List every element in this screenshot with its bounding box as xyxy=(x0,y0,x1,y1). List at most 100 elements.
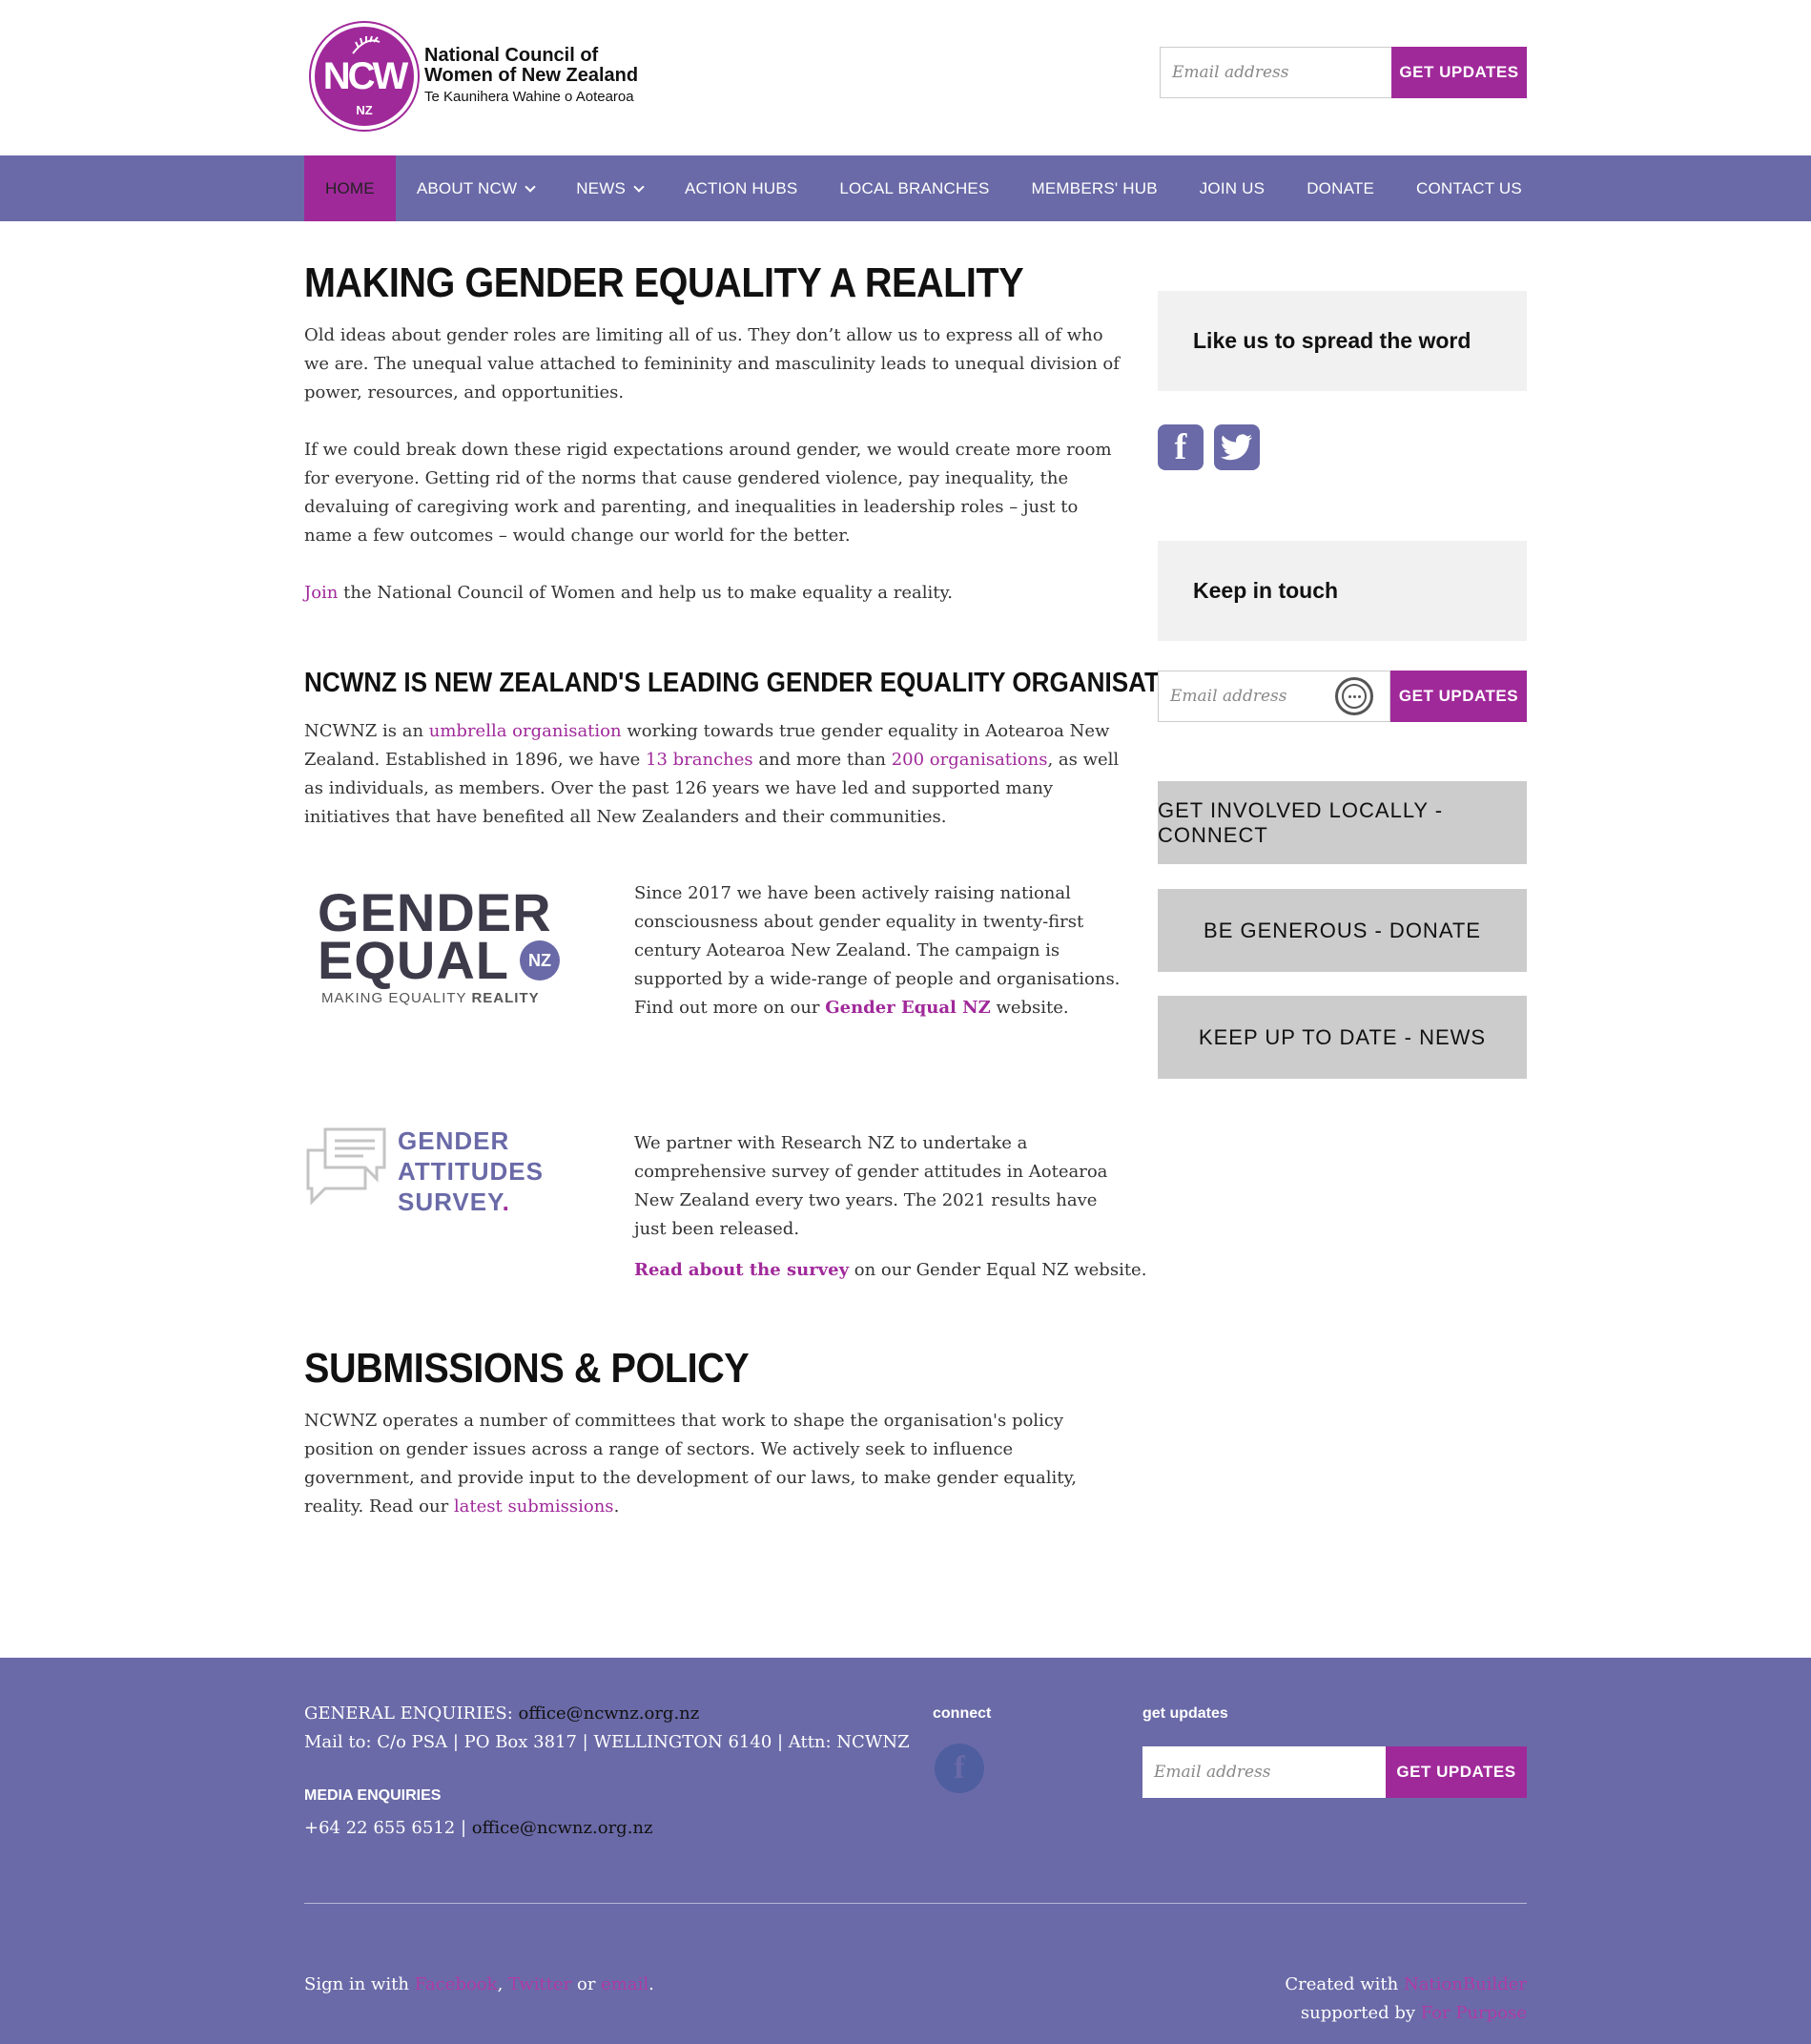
supported-by-text: supported by xyxy=(1300,2003,1421,2023)
nav-item-label: ABOUT NCW xyxy=(416,178,518,197)
chevron-down-icon xyxy=(633,180,645,193)
nav-item-local-branches[interactable]: LOCAL BRANCHES xyxy=(818,155,1010,221)
footer-email-input[interactable]: Email address xyxy=(1142,1746,1387,1798)
nav-item-donate[interactable]: DONATE xyxy=(1286,155,1395,221)
chevron-down-icon xyxy=(525,180,536,193)
main-nav: HOME ABOUT NCW NEWS ACTION HUBS LOCAL BRANCH… xyxy=(0,155,1811,221)
tagline-part-2: REALITY xyxy=(471,990,540,1006)
survey-paragraph: We partner with Research NZ to undertake… xyxy=(634,1133,1108,1239)
header-email-input[interactable]: Email address xyxy=(1160,47,1392,98)
sign-in-email-link[interactable]: email xyxy=(601,1974,648,1994)
speech-bubbles-icon xyxy=(306,1127,386,1206)
policy-title: SUBMISSIONS & POLICY xyxy=(304,1345,750,1392)
logo-nz: NZ xyxy=(356,103,373,117)
logo-line-3: Te Kaunihera Wahine o Aotearoa xyxy=(424,89,634,105)
ncwnz-logo[interactable]: NCW NZ National Council of Women of New … xyxy=(311,23,654,130)
general-enquiries-label: GENERAL ENQUIRIES: xyxy=(304,1703,519,1724)
branches-link[interactable]: 13 branches xyxy=(646,750,753,770)
survey-link-rest: on our Gender Equal NZ website. xyxy=(849,1260,1147,1280)
about-paragraph: NCWNZ is an umbrella organisation workin… xyxy=(304,717,1124,832)
connect-heading: connect xyxy=(933,1705,992,1722)
gender-equal-paragraph: Since 2017 we have been actively raising… xyxy=(634,879,1124,1022)
password-manager-icon[interactable] xyxy=(1335,677,1373,715)
header-signup-form: Email address GET UPDATES xyxy=(1160,47,1527,98)
media-phone: +64 22 655 6512 | xyxy=(304,1818,472,1838)
survey-logo-line-3: SURVEY xyxy=(398,1187,503,1216)
about-text-1: NCWNZ is an xyxy=(304,721,429,741)
gender-equal-tagline: MAKING EQUALITY REALITY xyxy=(318,990,566,1006)
nav-item-contact-us[interactable]: CONTACT US xyxy=(1395,155,1543,221)
sign-in-twitter-link[interactable]: Twitter xyxy=(508,1974,571,1994)
site-footer: GENERAL ENQUIRIES: office@ncwnz.org.nz M… xyxy=(0,1658,1811,2044)
media-enquiries-heading: MEDIA ENQUIRIES xyxy=(304,1787,442,1804)
nav-items: HOME ABOUT NCW NEWS ACTION HUBS LOCAL BRANCH… xyxy=(304,155,1543,221)
keep-in-touch-box: Keep in touch xyxy=(1158,541,1527,641)
twitter-bird-glyph xyxy=(1221,434,1253,461)
about-text-3: and more than xyxy=(752,750,892,770)
facebook-icon[interactable]: f xyxy=(1158,424,1204,470)
intro-paragraph-2: If we could break down these rigid expec… xyxy=(304,440,1112,546)
twitter-icon[interactable] xyxy=(1214,424,1260,470)
read-about-survey-link[interactable]: Read about the survey xyxy=(634,1260,849,1280)
nav-item-label: NEWS xyxy=(576,178,627,197)
logo-line-1: National Council of xyxy=(424,45,599,66)
join-text: the National Council of Women and help u… xyxy=(338,583,953,603)
logo-monogram: NCW xyxy=(322,55,409,97)
general-email-link[interactable]: office@ncwnz.org.nz xyxy=(518,1703,699,1724)
supported-by-line: supported by For Purpose xyxy=(1301,1999,1527,2028)
header-get-updates-button[interactable]: GET UPDATES xyxy=(1391,47,1527,98)
sign-in-facebook-link[interactable]: Facebook xyxy=(415,1974,498,1994)
footer-facebook-icon[interactable]: f xyxy=(935,1744,984,1793)
keep-in-touch-title: Keep in touch xyxy=(1193,578,1339,603)
umbrella-organisation-link[interactable]: umbrella organisation xyxy=(429,721,622,741)
nav-item-members-hub[interactable]: MEMBERS' HUB xyxy=(1011,155,1179,221)
gender-equal-logo-line-2: EQUAL xyxy=(318,930,509,990)
footer-get-updates-button[interactable]: GET UPDATES xyxy=(1386,1746,1527,1798)
gender-equal-nz-link[interactable]: Gender Equal NZ xyxy=(825,998,990,1018)
footer-signup-form: Email address GET UPDATES xyxy=(1142,1746,1527,1798)
nav-item-news[interactable]: NEWS xyxy=(555,155,664,221)
sign-in-comma: , xyxy=(497,1974,509,1994)
sign-in-line: Sign in with Facebook, Twitter or email. xyxy=(304,1971,654,1999)
nav-item-label: CONTACT US xyxy=(1415,178,1522,197)
nationbuilder-link[interactable]: NationBuilder xyxy=(1404,1974,1527,1994)
survey-link-paragraph: Read about the survey on our Gender Equa… xyxy=(634,1256,1149,1285)
connect-cta-button[interactable]: GET INVOLVED LOCALLY - CONNECT xyxy=(1158,781,1527,864)
like-us-box: Like us to spread the word xyxy=(1158,291,1527,391)
nav-item-about-ncw[interactable]: ABOUT NCW xyxy=(396,155,555,221)
tagline-part-1: MAKING EQUALITY xyxy=(321,990,472,1006)
policy-text: NCWNZ operates a number of committees th… xyxy=(304,1411,1077,1517)
policy-text-end: . xyxy=(613,1497,620,1517)
site-header: NCW NZ National Council of Women of New … xyxy=(0,0,1811,155)
sidebar-get-updates-button[interactable]: GET UPDATES xyxy=(1390,671,1527,722)
organisations-link[interactable]: 200 organisations xyxy=(892,750,1048,770)
intro-paragraph-1: Old ideas about gender roles are limitin… xyxy=(304,325,1120,403)
donate-cta-button[interactable]: BE GENEROUS - DONATE xyxy=(1158,889,1527,972)
like-us-title: Like us to spread the word xyxy=(1193,328,1471,353)
media-email-link[interactable]: office@ncwnz.org.nz xyxy=(472,1818,653,1838)
nav-item-action-hubs[interactable]: ACTION HUBS xyxy=(664,155,818,221)
nav-item-label: MEMBERS' HUB xyxy=(1031,178,1158,197)
media-contact: +64 22 655 6512 | office@ncwnz.org.nz xyxy=(304,1814,781,1843)
gender-equal-text-end: website. xyxy=(990,998,1069,1018)
gender-equal-nz-badge: NZ xyxy=(520,940,560,981)
survey-logo-dot: . xyxy=(502,1187,510,1216)
fern-icon xyxy=(352,35,381,54)
nav-item-label: HOME xyxy=(325,178,375,197)
page-title: MAKING GENDER EQUALITY A REALITY xyxy=(304,259,1024,306)
logo-text: National Council of Women of New Zealand… xyxy=(424,46,638,109)
gender-attitudes-survey-logo[interactable]: GENDER ATTITUDES SURVEY. xyxy=(304,1125,571,1221)
latest-submissions-link[interactable]: latest submissions xyxy=(454,1497,614,1517)
gender-equal-logo[interactable]: GENDER EQUAL NZ MAKING EQUALITY REALITY xyxy=(318,886,566,1006)
nav-item-join-us[interactable]: JOIN US xyxy=(1179,155,1286,221)
survey-logo-line-2: ATTITUDES xyxy=(398,1157,544,1186)
nav-item-home[interactable]: HOME xyxy=(304,155,396,221)
join-link[interactable]: Join xyxy=(304,583,338,603)
general-enquiries: GENERAL ENQUIRIES: office@ncwnz.org.nz xyxy=(304,1700,934,1728)
logo-line-2: Women of New Zealand xyxy=(424,65,639,86)
mail-address: Mail to: C/o PSA | PO Box 3817 | WELLING… xyxy=(304,1732,910,1752)
survey-logo-line-1: GENDER xyxy=(398,1126,510,1155)
for-purpose-link[interactable]: For Purpose xyxy=(1421,2003,1527,2023)
created-with-text: Created with xyxy=(1285,1974,1404,1994)
news-cta-button[interactable]: KEEP UP TO DATE - NEWS xyxy=(1158,996,1527,1079)
